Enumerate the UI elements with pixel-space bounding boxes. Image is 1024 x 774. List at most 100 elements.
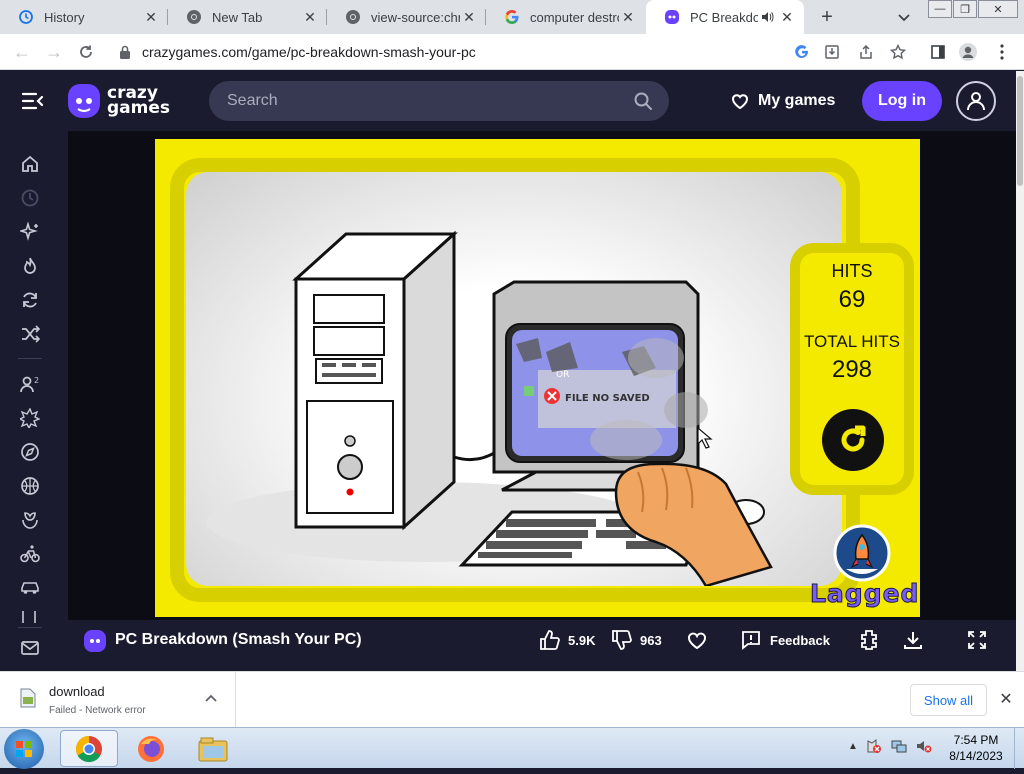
restore-window-button[interactable]: ❐ xyxy=(953,0,977,18)
crazygames-logo[interactable]: crazy games xyxy=(68,84,170,118)
basketball-icon[interactable] xyxy=(19,475,41,497)
game-scene[interactable]: FILE NO SAVED OR xyxy=(186,172,842,586)
lock-icon[interactable] xyxy=(118,45,132,59)
minimize-window-button[interactable]: — xyxy=(928,0,952,18)
search-input[interactable] xyxy=(227,92,607,110)
action-icon[interactable] xyxy=(19,407,41,429)
car-icon[interactable] xyxy=(19,577,41,599)
chevron-up-icon[interactable] xyxy=(204,692,220,708)
windows-start-button[interactable] xyxy=(4,729,44,769)
home-icon[interactable] xyxy=(19,153,41,175)
side-panel-icon[interactable] xyxy=(928,42,948,62)
taskbar-firefox-icon[interactable] xyxy=(122,730,180,767)
search-icon[interactable] xyxy=(633,91,653,111)
close-tab-icon[interactable]: ✕ xyxy=(460,8,478,26)
taskbar-explorer-icon[interactable] xyxy=(184,730,242,767)
close-tab-icon[interactable]: ✕ xyxy=(142,8,160,26)
game-title: PC Breakdown (Smash Your PC) xyxy=(115,631,362,648)
mail-icon[interactable] xyxy=(19,637,41,659)
adventure-icon[interactable] xyxy=(19,441,41,463)
bookmark-star-icon[interactable] xyxy=(888,42,908,62)
forward-arrow-icon[interactable]: → xyxy=(42,40,66,64)
audio-playing-icon[interactable] xyxy=(758,8,776,26)
beauty-icon[interactable] xyxy=(19,509,41,531)
tab-history[interactable]: History ✕ xyxy=(0,0,168,34)
random-icon[interactable] xyxy=(19,323,41,345)
tab-pc-breakdown[interactable]: PC Breakdow ✕ xyxy=(646,0,804,34)
dislike-button[interactable]: 963 xyxy=(610,629,662,651)
close-window-button[interactable]: ✕ xyxy=(978,0,1018,18)
clock-time: 7:54 PM xyxy=(953,733,999,747)
taskbar-chrome-icon[interactable] xyxy=(60,730,118,767)
tab-google-search[interactable]: computer destroy ✕ xyxy=(486,0,645,34)
volume-muted-icon[interactable] xyxy=(916,738,932,754)
like-button[interactable]: 5.9K xyxy=(538,629,595,651)
heart-icon xyxy=(730,91,750,111)
error-popup-partial: OR xyxy=(556,370,569,380)
close-icon[interactable]: ✕ xyxy=(997,690,1015,708)
crazygames-small-logo xyxy=(84,630,106,652)
restart-icon[interactable] xyxy=(822,409,884,471)
feedback-button[interactable]: Feedback xyxy=(740,629,830,651)
download-filename: download xyxy=(49,684,105,699)
menu-collapse-icon[interactable] xyxy=(20,89,44,113)
profile-icon[interactable] xyxy=(958,42,978,62)
embed-icon[interactable] xyxy=(858,629,888,651)
card-icon[interactable] xyxy=(19,611,41,623)
computer-illustration: FILE NO SAVED OR xyxy=(206,230,773,586)
network-icon[interactable] xyxy=(891,738,907,754)
like-count: 5.9K xyxy=(568,632,596,648)
tab-title: computer destroy xyxy=(530,9,619,25)
close-tab-icon[interactable]: ✕ xyxy=(778,8,796,26)
download-icon[interactable] xyxy=(902,629,932,651)
my-games-link[interactable]: My games xyxy=(730,91,835,111)
chevron-down-icon[interactable] xyxy=(894,7,914,27)
user-avatar-icon[interactable] xyxy=(956,81,996,121)
updated-icon[interactable] xyxy=(19,289,41,311)
tab-title: view-source:chrome xyxy=(371,9,460,25)
lagged-logo[interactable]: Lagged xyxy=(810,523,919,611)
kebab-menu-icon[interactable] xyxy=(992,42,1012,62)
chrome-icon xyxy=(186,9,202,25)
fullscreen-icon[interactable] xyxy=(966,629,996,651)
hits-value: 69 xyxy=(838,286,866,313)
google-lens-icon[interactable] xyxy=(792,42,812,62)
google-icon xyxy=(504,9,520,25)
tab-view-source[interactable]: view-source:chrome ✕ xyxy=(327,0,486,34)
new-tab-button[interactable]: + xyxy=(814,5,840,29)
favorite-heart-icon[interactable] xyxy=(686,629,716,651)
total-hits-value: 298 xyxy=(831,356,873,383)
browser-tab-strip: History ✕ New Tab ✕ view-source:chrome ✕… xyxy=(0,0,1024,34)
share-icon[interactable] xyxy=(856,42,876,62)
scrollbar-thumb[interactable] xyxy=(1017,76,1023,186)
trending-icon[interactable] xyxy=(19,255,41,277)
total-hits-label: TOTAL HITS xyxy=(803,332,901,351)
close-tab-icon[interactable]: ✕ xyxy=(619,8,637,26)
action-center-icon[interactable] xyxy=(866,738,882,754)
system-clock[interactable]: 7:54 PM 8/14/2023 xyxy=(944,732,1008,764)
new-icon[interactable] xyxy=(19,221,41,243)
multiplayer-icon[interactable]: 2 xyxy=(19,373,41,395)
hits-label: HITS xyxy=(831,261,873,281)
windows-taskbar: ▲ 7:54 PM 8/14/2023 xyxy=(0,727,1024,769)
error-popup-text: FILE NO SAVED xyxy=(565,393,650,404)
show-desktop-button[interactable] xyxy=(1014,728,1024,769)
address-bar[interactable]: crazygames.com/game/pc-breakdown-smash-y… xyxy=(108,38,828,66)
recent-icon[interactable] xyxy=(19,187,41,209)
install-app-icon[interactable] xyxy=(822,42,842,62)
back-arrow-icon[interactable]: ← xyxy=(10,40,34,64)
close-tab-icon[interactable]: ✕ xyxy=(301,8,319,26)
bike-icon[interactable] xyxy=(19,543,41,565)
tab-new-tab[interactable]: New Tab ✕ xyxy=(168,0,327,34)
search-bar[interactable] xyxy=(209,81,669,121)
history-icon xyxy=(18,9,34,25)
svg-text:2: 2 xyxy=(34,376,39,385)
file-icon xyxy=(20,688,36,708)
login-button[interactable]: Log in xyxy=(862,81,942,121)
show-all-button[interactable]: Show all xyxy=(910,684,987,716)
tab-title: History xyxy=(44,9,85,25)
reload-icon[interactable] xyxy=(74,40,98,64)
crazygames-logo-icon xyxy=(68,84,100,118)
show-hidden-icons[interactable]: ▲ xyxy=(845,738,861,754)
download-item[interactable]: download Failed - Network error xyxy=(0,672,236,728)
